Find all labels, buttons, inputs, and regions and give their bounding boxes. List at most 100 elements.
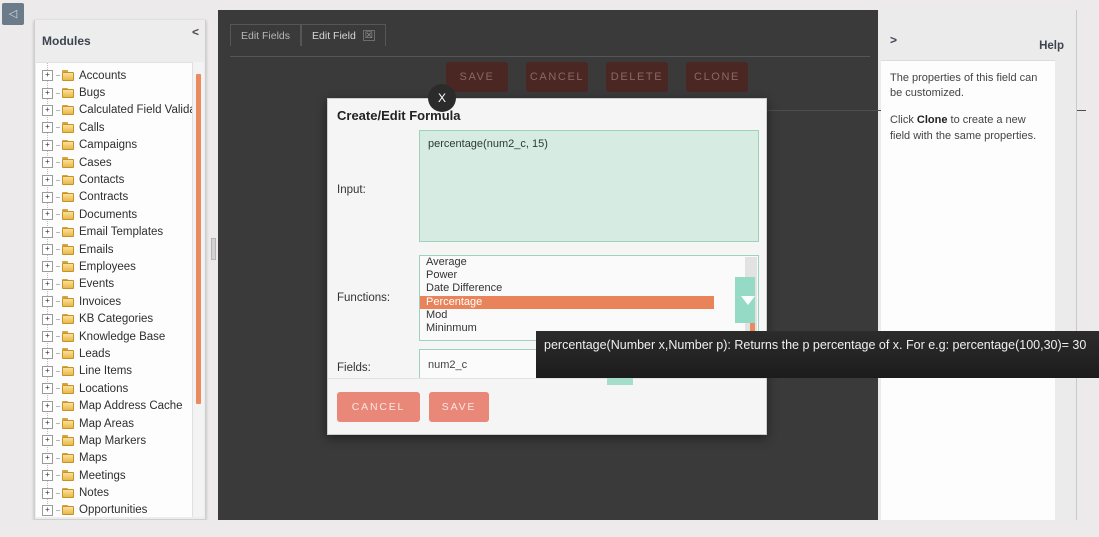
tab-edit-field[interactable]: Edit Field ☒ [301,24,386,46]
expand-icon[interactable]: + [42,418,53,429]
help-p2-prefix: Click [890,114,917,127]
modules-scrollbar-thumb[interactable] [196,74,201,404]
module-list-item[interactable]: + Leads [36,345,204,362]
expand-icon[interactable]: + [42,383,53,395]
modules-header: Modules < [35,20,205,62]
module-list-item[interactable]: + Calls [36,119,204,136]
modules-panel: Modules < + Accounts + Bugs + Calculated Fiel… [34,20,206,520]
module-list-item[interactable]: + Map Markers [36,432,204,449]
expand-icon[interactable]: + [42,313,53,325]
folder-icon [62,365,75,377]
modal-save-button[interactable]: SAVE [429,392,489,422]
functions-label: Functions: [337,292,391,304]
folder-icon [62,244,75,255]
module-list-item[interactable]: + Contracts [36,189,204,206]
expand-icon[interactable]: + [42,278,53,290]
modules-scrollbar-track[interactable] [192,62,204,517]
tree-connector [56,440,60,442]
module-list-item[interactable]: + Documents [36,206,204,223]
module-list-item[interactable]: + Map Address Cache [36,397,204,414]
folder-icon [62,191,75,203]
modal-close-icon[interactable]: X [428,84,456,112]
tree-connector [56,475,60,477]
tree-connector [56,92,60,94]
expand-icon[interactable]: + [42,504,53,516]
expand-icon[interactable]: + [42,191,53,203]
expand-icon[interactable]: + [42,244,53,256]
expand-icon[interactable]: + [42,435,53,447]
expand-icon[interactable]: + [42,104,53,116]
tree-connector [56,509,60,511]
module-list-item[interactable]: + Map Areas [36,415,204,432]
expand-icon[interactable]: + [42,226,53,238]
module-list-item[interactable]: + Emails [36,241,204,258]
module-list-item-label: Map Address Cache [79,400,183,413]
function-option[interactable]: Date Difference [420,282,758,295]
module-list-item[interactable]: + Accounts [36,67,204,84]
expand-icon[interactable]: + [42,70,53,82]
save-button[interactable]: SAVE [446,62,508,92]
module-list-item[interactable]: + Campaigns [36,137,204,154]
expand-icon[interactable]: + [42,261,53,273]
module-list-item[interactable]: + Opportunities [36,502,204,517]
expand-icon[interactable]: + [42,470,53,482]
expand-icon[interactable]: + [42,157,53,169]
module-list-item[interactable]: + Line Items [36,363,204,380]
help-expand-chevron-icon[interactable]: > [890,33,897,47]
expand-icon[interactable]: + [42,365,53,377]
folder-icon [62,139,75,151]
module-list-item[interactable]: + Knowledge Base [36,328,204,345]
modules-collapse-chevron-icon[interactable]: < [192,25,199,39]
function-tooltip: percentage(Number x,Number p): Returns t… [536,331,1099,378]
expand-icon[interactable]: + [42,122,53,134]
folder-icon [62,174,75,186]
module-list-item-label: Line Items [79,365,133,378]
tree-connector [56,214,60,216]
modules-tree[interactable]: + Accounts + Bugs + Calculated Field Validati… [36,62,204,517]
sidebar-collapse-icon[interactable]: ◁ [2,3,24,25]
expand-icon[interactable]: + [42,139,53,151]
module-list-item[interactable]: + Bugs [36,84,204,101]
expand-icon[interactable]: + [42,487,53,499]
function-option[interactable]: Average [420,256,758,269]
module-list-item[interactable]: + Events [36,276,204,293]
module-list-item[interactable]: + Meetings [36,467,204,484]
module-list-item[interactable]: + Notes [36,484,204,501]
modal-footer: CANCEL SAVE [328,378,766,434]
tab-close-icon[interactable]: ☒ [362,30,375,41]
expand-icon[interactable]: + [42,452,53,464]
cancel-button[interactable]: CANCEL [526,62,588,92]
function-option[interactable]: Power [420,269,758,282]
module-list-item[interactable]: + Employees [36,258,204,275]
expand-icon[interactable]: + [42,174,53,186]
expand-icon[interactable]: + [42,348,53,360]
modal-cancel-button[interactable]: CANCEL [337,392,420,422]
help-panel: > Help The properties of this field can … [881,10,1077,520]
module-list-item[interactable]: + Locations [36,380,204,397]
tree-connector [56,457,60,459]
expand-icon[interactable]: + [42,296,53,308]
expand-icon[interactable]: + [42,400,53,412]
module-list-item[interactable]: + Maps [36,450,204,467]
tab-edit-fields[interactable]: Edit Fields [230,24,302,46]
module-list-item[interactable]: + Contacts [36,171,204,188]
folder-icon [62,70,75,81]
module-list-item[interactable]: + Invoices [36,293,204,310]
function-option[interactable]: Mod [420,309,758,322]
expand-icon[interactable]: + [42,331,53,343]
app-root: ◁ Modules < + Accounts + Bugs + Calculated Fi… [0,0,1099,537]
clone-button[interactable]: CLONE [686,62,748,92]
module-list-item-label: Contracts [79,191,129,204]
formula-textarea[interactable] [419,130,759,242]
expand-icon[interactable]: + [42,209,53,221]
module-list-item[interactable]: + Cases [36,154,204,171]
module-list-item[interactable]: + KB Categories [36,310,204,327]
delete-button[interactable]: DELETE [606,62,668,92]
module-list-item[interactable]: + Email Templates [36,224,204,241]
module-list-item[interactable]: + Calculated Field Validation [36,102,204,119]
functions-listbox[interactable]: Average Power Date Difference Percentage Mod… [419,255,759,341]
chevron-down-icon[interactable] [741,296,755,305]
panel-resize-handle[interactable] [211,238,216,260]
function-option[interactable]: Percentage [420,295,714,309]
expand-icon[interactable]: + [42,87,53,99]
